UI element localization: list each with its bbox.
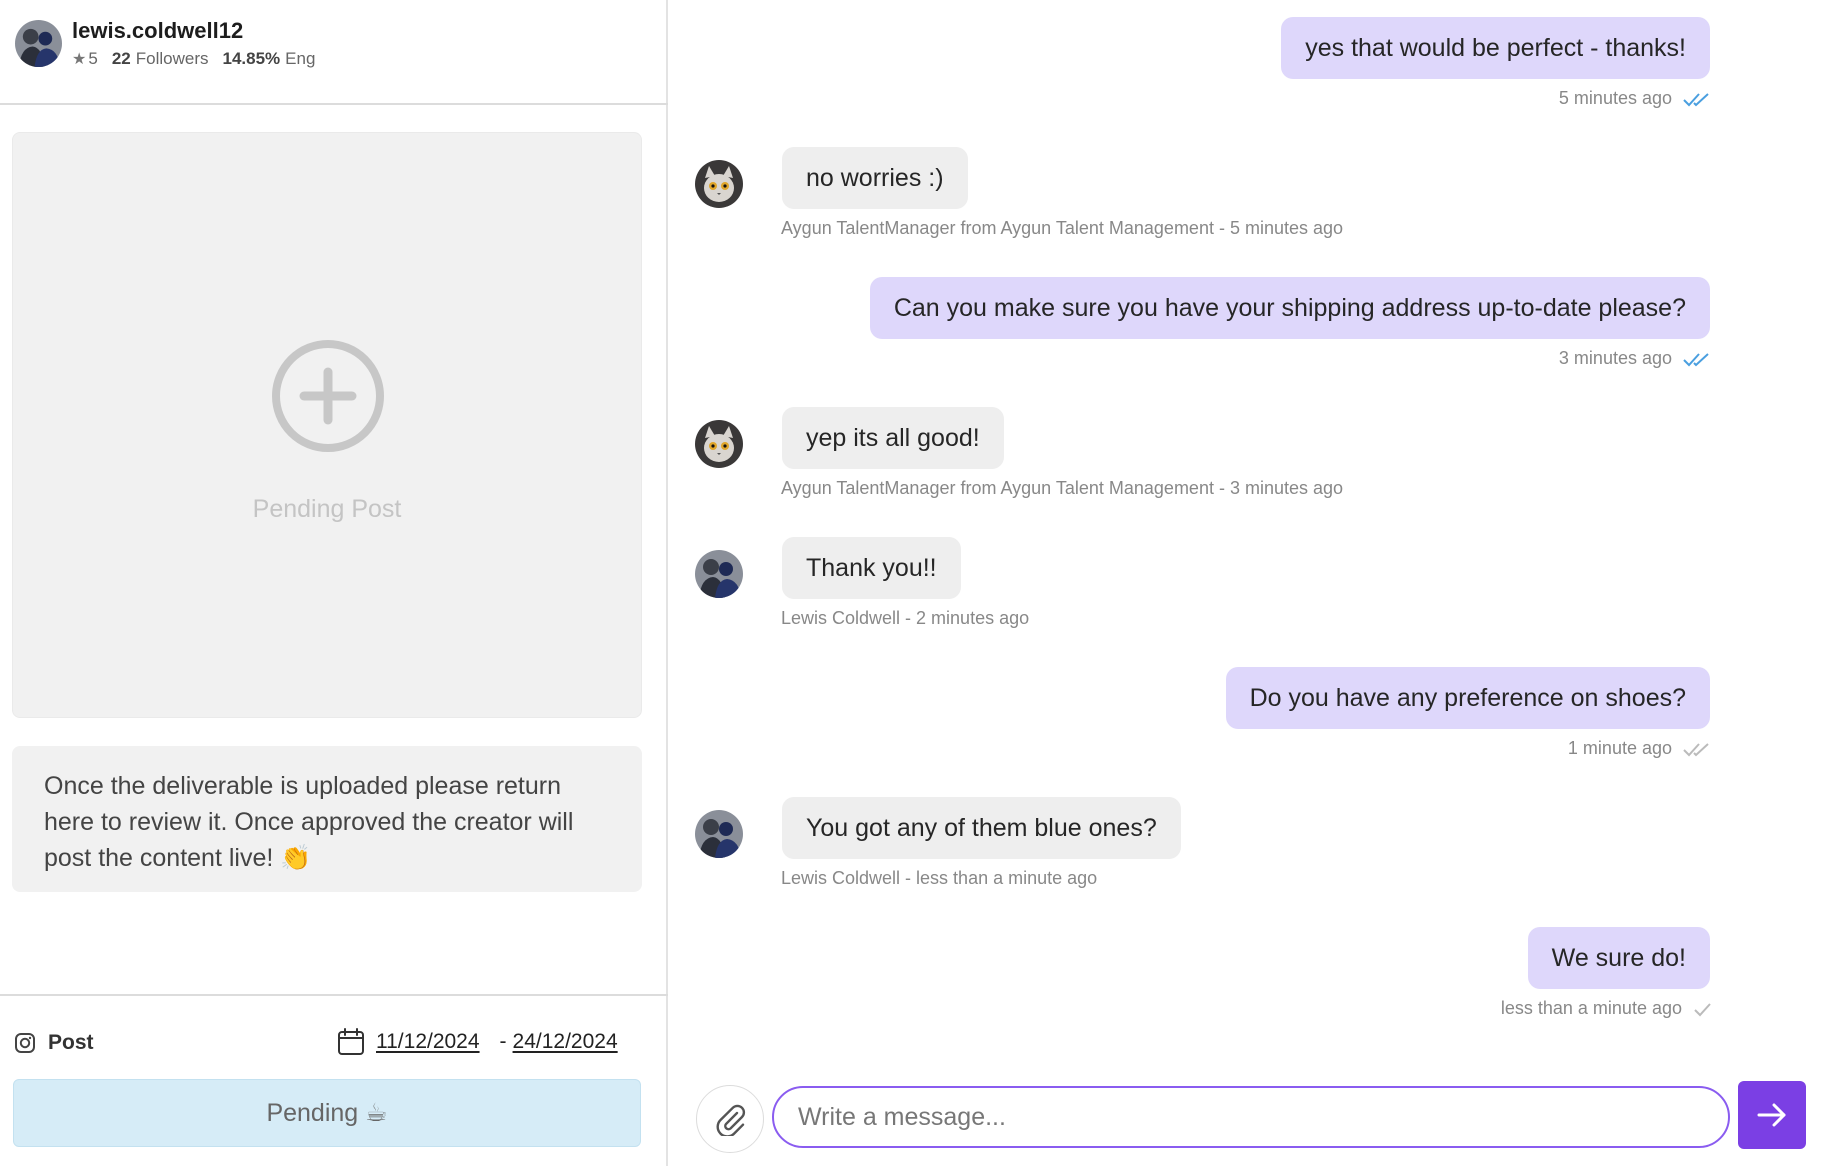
message-meta: Aygun TalentManager from Aygun Talent Ma… [781, 218, 1344, 238]
attach-button[interactable] [696, 1085, 764, 1153]
deliverable-date-range: 11/12/2024 - 24/12/2024 [336, 1024, 618, 1060]
pending-post-label: Pending Post [252, 495, 402, 523]
creator-avatar[interactable] [695, 810, 743, 858]
message-bubble-incoming: You got any of them blue ones? [782, 797, 1181, 859]
creator-rating: 5 [88, 49, 98, 68]
manager-avatar[interactable] [695, 160, 743, 208]
chat-panel: yes that would be perfect - thanks! 5 mi… [670, 0, 1824, 1166]
creator-avatar[interactable] [15, 20, 62, 67]
message-input[interactable] [772, 1086, 1730, 1148]
add-circle-icon [272, 340, 384, 452]
message-meta: Lewis Coldwell - less than a minute ago [781, 868, 1098, 888]
deliverable-panel: lewis.coldwell12 ★ 5 22 Followers 14.85%… [0, 0, 668, 1166]
message-meta: Aygun TalentManager from Aygun Talent Ma… [781, 478, 1344, 498]
status-pending-button[interactable]: Pending ☕ [13, 1079, 641, 1147]
message-timestamp: less than a minute ago [1500, 998, 1682, 1018]
creator-username[interactable]: lewis.coldwell12 [72, 18, 243, 44]
followers-label: Followers [135, 49, 209, 68]
double-check-icon [1683, 92, 1709, 106]
end-date[interactable]: 24/12/2024 [513, 1030, 618, 1054]
message-meta: less than a minute ago [1501, 998, 1712, 1019]
creator-stats: ★ 5 22 Followers 14.85% Eng [72, 49, 315, 69]
creator-avatar[interactable] [695, 550, 743, 598]
followers-count: 22 [111, 49, 131, 68]
creator-profile-header: lewis.coldwell12 ★ 5 22 Followers 14.85%… [0, 0, 668, 105]
manager-avatar[interactable] [695, 420, 743, 468]
message-bubble-incoming: Thank you!! [782, 537, 961, 599]
paperclip-icon [716, 1104, 746, 1136]
pending-post-placeholder[interactable]: Pending Post [12, 132, 642, 718]
start-date[interactable]: 11/12/2024 [376, 1030, 480, 1054]
message-bubble-outgoing: We sure do! [1527, 927, 1710, 989]
message-bubble-incoming: no worries :) [782, 147, 968, 209]
divider [0, 994, 668, 996]
post-type: Post [14, 1028, 94, 1058]
date-separator: - [499, 1030, 507, 1053]
message-meta: 5 minutes ago [1559, 88, 1712, 109]
message-bubble-incoming: yep its all good! [782, 407, 1004, 469]
message-bubble-outgoing: Can you make sure you have your shipping… [869, 277, 1710, 339]
double-check-icon [1683, 742, 1709, 756]
engagement-label: Eng [285, 49, 316, 68]
message-bubble-outgoing: yes that would be perfect - thanks! [1281, 17, 1710, 79]
send-button[interactable] [1738, 1081, 1806, 1149]
deliverable-info-note: Once the deliverable is uploaded please … [12, 746, 642, 892]
message-meta: 1 minute ago [1568, 738, 1712, 759]
message-timestamp: 5 minutes ago [1558, 88, 1672, 108]
message-timestamp: 1 minute ago [1567, 738, 1672, 758]
message-meta: Lewis Coldwell - 2 minutes ago [781, 608, 1030, 628]
calendar-icon [338, 1028, 364, 1055]
star-icon: ★ [72, 51, 87, 68]
instagram-icon [15, 1033, 35, 1053]
check-icon [1694, 1002, 1711, 1016]
message-bubble-outgoing: Do you have any preference on shoes? [1225, 667, 1710, 729]
double-check-icon [1683, 352, 1709, 366]
message-timestamp: 3 minutes ago [1558, 348, 1672, 368]
post-type-label: Post [48, 1031, 94, 1054]
message-meta: 3 minutes ago [1559, 348, 1712, 369]
arrow-right-icon [1757, 1103, 1786, 1127]
engagement-value: 14.85% [222, 49, 281, 68]
